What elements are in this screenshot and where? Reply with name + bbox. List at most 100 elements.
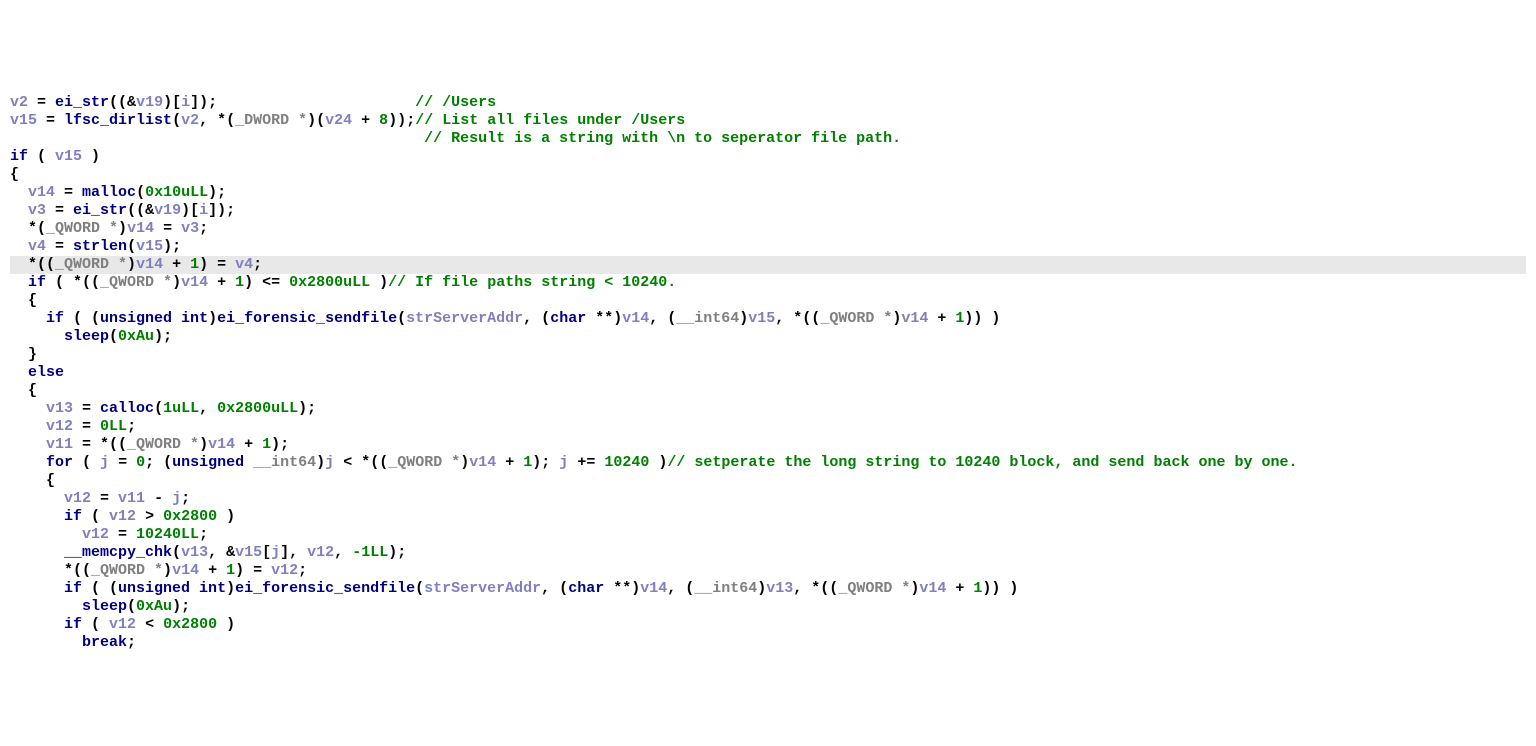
token-k: if [64,580,82,597]
token-p: = [154,220,181,237]
token-p: > [136,508,163,525]
token-p: + [928,310,955,327]
token-v: v12 [82,526,109,543]
token-v: v12 [307,544,334,561]
token-p: } [28,346,37,363]
token-p: = [55,184,82,201]
token-num: 0xAu [118,328,154,345]
token-fn: strlen [73,238,127,255]
token-cm: // /Users [415,94,496,111]
token-v: v3 [181,220,199,237]
code-line: else [10,364,1526,382]
token-p: < [136,616,163,633]
token-v: v3 [28,202,46,219]
token-p: + [199,562,226,579]
token-p [244,454,253,471]
token-p: , [334,544,352,561]
token-p: *( [28,220,46,237]
token-num: 0LL [100,418,127,435]
token-p: ( [73,454,100,471]
token-p: )) ) [964,310,1000,327]
token-cm: // setperate the long string to 10240 bl… [667,454,1297,471]
token-p: { [28,292,37,309]
token-p: ) [910,580,919,597]
token-p: ); [271,436,289,453]
token-p: ; [298,562,307,579]
token-v: v4 [235,256,253,273]
token-p: ((& [109,94,136,111]
token-p: ); [208,184,226,201]
token-num: 0x10uLL [145,184,208,201]
token-v: v24 [325,112,352,129]
code-line: if ( v12 < 0x2800 ) [10,616,1526,634]
token-p: ; [199,526,208,543]
token-num: 0 [136,454,145,471]
token-p: + [496,454,523,471]
token-p: , ( [667,580,694,597]
token-p: ( [109,328,118,345]
token-tkw: char [568,580,604,597]
token-p: ], [280,544,307,561]
code-line: *(_QWORD *)v14 = v3; [10,220,1526,238]
token-p: ( [172,112,181,129]
token-p: { [46,472,55,489]
token-tkw: unsigned [172,454,244,471]
token-p: **) [604,580,640,597]
token-k: if [46,310,64,327]
code-line: break; [10,634,1526,652]
token-v: v14 [181,274,208,291]
token-v: v15 [748,310,775,327]
token-p: = *(( [73,436,127,453]
token-v: v14 [208,436,235,453]
token-num: 0x2800 [163,508,217,525]
token-p: = [73,418,100,435]
token-ty: _QWORD * [820,310,892,327]
token-fn: ei_forensic_sendfile [235,580,415,597]
token-cm: // List all files under /Users [415,112,685,129]
code-line: v12 = 0LL; [10,418,1526,436]
token-p: , & [208,544,235,561]
token-ty: _QWORD * [91,562,163,579]
token-v: j [100,454,109,471]
token-p: ) [757,580,766,597]
code-line: v12 = 10240LL; [10,526,1526,544]
code-line: v11 = *((_QWORD *)v14 + 1); [10,436,1526,454]
code-line: v4 = strlen(v15); [10,238,1526,256]
token-tkw: char [550,310,586,327]
token-p: + [235,436,262,453]
token-p: + [352,112,379,129]
code-line: v13 = calloc(1uLL, 0x2800uLL); [10,400,1526,418]
token-v: v12 [46,418,73,435]
token-p: ( [127,238,136,255]
token-p: < *(( [334,454,388,471]
code-line: *((_QWORD *)v14 + 1) = v12; [10,562,1526,580]
token-p: ( *(( [46,274,100,291]
token-v: v13 [766,580,793,597]
token-p: ); [172,598,190,615]
code-line: v14 = malloc(0x10uLL); [10,184,1526,202]
token-p: { [10,166,19,183]
token-p: , *(( [793,580,838,597]
token-p: , ( [649,310,676,327]
code-line: { [10,166,1526,184]
token-ty: __int64 [676,310,739,327]
token-p: = [109,454,136,471]
token-num: 1 [226,562,235,579]
token-fn: __memcpy_chk [64,544,172,561]
token-num: 1 [973,580,982,597]
token-p: = [46,202,73,219]
token-v: v14 [172,562,199,579]
token-p: ) [892,310,901,327]
token-v: v14 [28,184,55,201]
token-p: { [28,382,37,399]
token-p: , ( [541,580,568,597]
token-fn: sleep [64,328,109,345]
token-v: v13 [181,544,208,561]
code-line: // Result is a string with \n to seperat… [10,130,1526,148]
token-p: )( [307,112,325,129]
token-p: = [73,400,100,417]
token-v: v15 [55,148,82,165]
token-cm: // Result is a string with \n to seperat… [424,130,901,147]
token-k: break [82,634,127,651]
token-p: ) [163,562,172,579]
